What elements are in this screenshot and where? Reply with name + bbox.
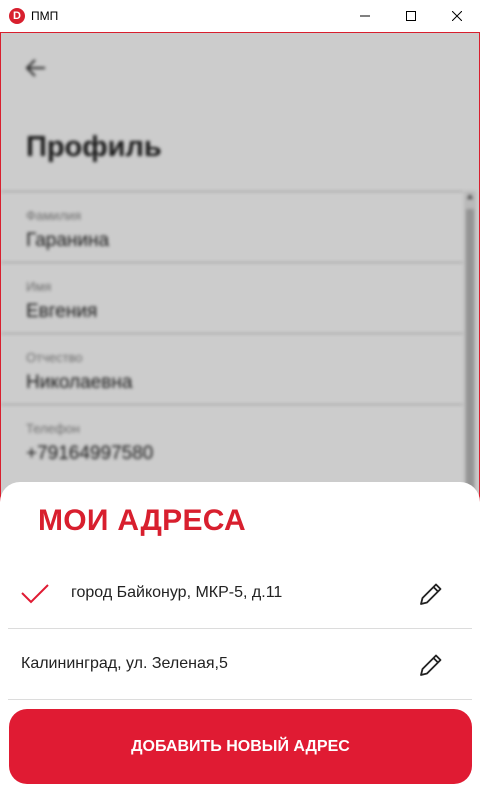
window-titlebar: D ПМП [0,0,480,32]
pencil-icon[interactable] [418,652,444,678]
close-icon [452,11,462,21]
window-title: ПМП [31,9,59,23]
addresses-title: МОИ АДРЕСА [38,504,246,537]
app-logo-icon: D [9,8,25,24]
minimize-icon [360,15,370,17]
address-item[interactable]: Калининград, ул. Зеленая,5 [8,629,472,700]
address-text: город Байконур, МКР-5, д.11 [71,584,283,601]
check-icon [21,584,49,604]
add-address-button[interactable]: ДОБАВИТЬ НОВЫЙ АДРЕС [9,709,472,784]
maximize-button[interactable] [388,0,434,32]
pencil-icon[interactable] [418,581,444,607]
close-button[interactable] [434,0,480,32]
app-logo-letter: D [13,9,21,22]
address-item[interactable]: город Байконур, МКР-5, д.11 [8,558,472,629]
minimize-button[interactable] [342,0,388,32]
window-controls [342,0,480,32]
address-text: Калининград, ул. Зеленая,5 [21,655,228,672]
addresses-bottom-sheet: МОИ АДРЕСА город Байконур, МКР-5, д.11 К… [0,482,480,792]
maximize-icon [406,11,416,21]
